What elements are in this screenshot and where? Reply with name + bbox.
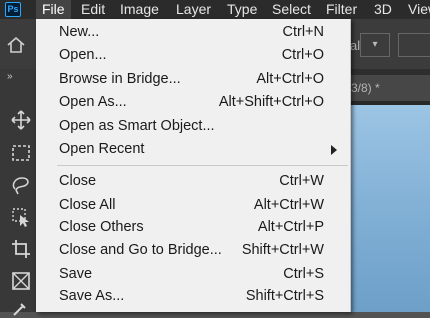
- menu-separator: [57, 165, 348, 166]
- menu-item-browse-in-bridge[interactable]: Browse in Bridge... Alt+Ctrl+O: [36, 68, 350, 91]
- frame-tool-icon[interactable]: [11, 271, 31, 291]
- menu-layer[interactable]: Layer: [170, 0, 217, 19]
- menu-item-open-recent[interactable]: Open Recent: [36, 138, 350, 161]
- eyedropper-tool-icon[interactable]: [11, 298, 31, 318]
- menu-edit[interactable]: Edit: [75, 0, 111, 19]
- menu-item-new[interactable]: New... Ctrl+N: [36, 21, 350, 44]
- menu-item-save-as[interactable]: Save As... Shift+Ctrl+S: [36, 285, 350, 308]
- menu-file[interactable]: File: [36, 0, 71, 19]
- move-tool-icon[interactable]: [11, 110, 31, 130]
- options-input[interactable]: [398, 33, 430, 57]
- menu-view[interactable]: View: [402, 0, 430, 19]
- submenu-arrow-icon: [331, 145, 337, 155]
- crop-tool-icon[interactable]: [11, 239, 31, 259]
- menu-item-close-others[interactable]: Close Others Alt+Ctrl+P: [36, 216, 350, 239]
- menu-item-open[interactable]: Open... Ctrl+O: [36, 44, 350, 67]
- photoshop-logo-icon: Ps: [5, 2, 21, 17]
- menu-bar: Ps File Edit Image Layer Type Select Fil…: [0, 0, 430, 19]
- menu-item-close[interactable]: Close Ctrl+W: [36, 170, 350, 193]
- menu-item-close-all[interactable]: Close All Alt+Ctrl+W: [36, 194, 350, 217]
- marquee-tool-icon[interactable]: [11, 143, 31, 163]
- menu-select[interactable]: Select: [266, 0, 317, 19]
- menu-item-save[interactable]: Save Ctrl+S: [36, 263, 350, 286]
- menu-item-open-as[interactable]: Open As... Alt+Shift+Ctrl+O: [36, 91, 350, 114]
- menu-filter[interactable]: Filter: [320, 0, 363, 19]
- menu-3d[interactable]: 3D: [368, 0, 398, 19]
- options-dropdown[interactable]: ▾: [360, 33, 390, 57]
- menu-item-close-and-go-to-bridge[interactable]: Close and Go to Bridge... Shift+Ctrl+W: [36, 239, 350, 262]
- collapse-panel-icon[interactable]: »: [7, 71, 13, 82]
- home-icon[interactable]: [7, 37, 25, 53]
- options-partial-text: al: [350, 38, 361, 53]
- document-tab[interactable]: 3/8) *: [349, 75, 430, 101]
- menu-item-open-as-smart-object[interactable]: Open as Smart Object...: [36, 115, 350, 138]
- menu-image[interactable]: Image: [114, 0, 165, 19]
- canvas-image: [350, 105, 430, 312]
- lasso-tool-icon[interactable]: [11, 175, 31, 195]
- menu-type[interactable]: Type: [221, 0, 263, 19]
- object-selection-tool-icon[interactable]: [11, 207, 31, 227]
- file-menu-dropdown: New... Ctrl+N Open... Ctrl+O Browse in B…: [36, 19, 351, 312]
